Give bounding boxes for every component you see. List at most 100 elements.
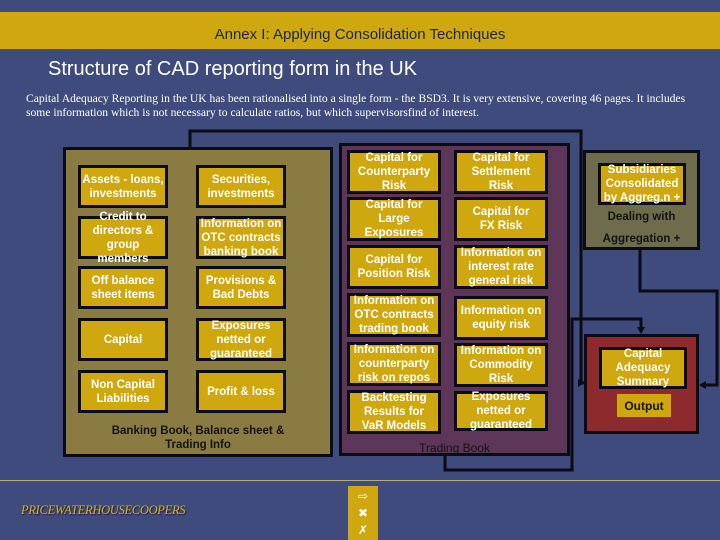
box-line: Subsidiaries <box>607 164 677 176</box>
box-line: Information on <box>200 217 282 230</box>
box-line: netted or <box>216 333 266 346</box>
banking-box: Profit & loss <box>196 370 286 413</box>
capital-adequacy-summary-panel: Capital Adequacy Summary Output <box>584 334 699 434</box>
box-line: Capital for <box>365 199 423 211</box>
box-line: Liabilities <box>96 392 150 405</box>
trading-box: Capital for Settlement Risk <box>454 150 548 194</box>
box-line: Information on <box>353 344 435 356</box>
box-line: netted or <box>476 405 526 417</box>
box-line: Information on <box>460 345 542 357</box>
trading-book-panel: Capital for Counterparty Risk Capital for Se… <box>339 143 570 456</box>
subsidiaries-panel: Subsidiaries Consolidated by Aggreg.n + … <box>583 150 700 250</box>
trading-box: Information on Commodity Risk <box>454 343 548 387</box>
box-line: Information on <box>353 295 435 307</box>
box-line: guaranteed <box>210 347 272 360</box>
box-line: Off balance <box>91 274 155 287</box>
box-line: Capital for <box>365 254 423 266</box>
trading-box: Information on equity risk <box>454 296 548 340</box>
footer-divider <box>0 480 720 481</box>
box-line: sheet items <box>91 288 155 301</box>
box-line: Non Capital <box>91 378 155 391</box>
box-line: Risk <box>381 180 407 192</box>
box-line: Exposures <box>211 319 271 332</box>
banking-box: Information on OTC contracts banking book <box>196 216 286 259</box>
banking-panel-caption: Banking Book, Balance sheet & Trading In… <box>66 424 330 452</box>
trading-box: Capital for Counterparty Risk <box>347 150 441 194</box>
banking-book-panel: Assets - loans, investments Securities, inv… <box>63 147 333 457</box>
box-line: by Aggreg.n + <box>603 192 681 204</box>
box-line: Profit & loss <box>207 385 275 398</box>
box-line: Capital for <box>472 152 530 164</box>
box-line: guaranteed <box>470 419 532 431</box>
trading-box: Capital for FX Risk <box>454 197 548 241</box>
banking-box: Non Capital Liabilities <box>78 370 168 413</box>
box-line: investments <box>89 187 157 200</box>
box-line: risk on repos <box>357 372 431 384</box>
box-line: Risk <box>488 180 514 192</box>
banking-box: Off balance sheet items <box>78 266 168 309</box>
output-label: Output <box>617 394 671 417</box>
subsidiaries-box: Subsidiaries Consolidated by Aggreg.n + <box>598 163 686 205</box>
trading-panel-caption: Trading Book <box>419 441 490 455</box>
box-line: Information on <box>460 305 542 317</box>
box-line: Large <box>378 213 410 225</box>
box-line: Capital <box>103 333 143 346</box>
box-line: equity risk <box>472 319 530 331</box>
banking-box: Assets - loans, investments <box>78 165 168 208</box>
box-line: Backtesting <box>361 392 427 404</box>
box-line: Summary <box>616 376 670 388</box>
arrow-summary-right <box>699 381 706 389</box>
trading-box: Capital for Position Risk <box>347 245 441 289</box>
close-x-icon[interactable]: ✖ <box>348 505 378 521</box>
capital-adequacy-summary-box: Capital Adequacy Summary <box>599 347 687 389</box>
box-line: Capital for <box>365 152 423 164</box>
trading-box: Information on OTC contracts trading book <box>347 293 441 337</box>
arrow-summary-top <box>637 327 645 334</box>
box-line: Settlement <box>471 166 531 178</box>
box-line: counterparty <box>358 358 430 370</box>
caption-line: Trading Info <box>165 439 231 451</box>
trading-box: Backtesting Results for VaR Models <box>347 390 441 434</box>
box-line: group members <box>97 238 149 265</box>
box-line: Risk <box>488 373 514 385</box>
box-line: banking book <box>203 245 279 258</box>
box-line: Information on <box>460 247 542 259</box>
box-line: Securities, <box>211 173 271 186</box>
box-line: Counterparty <box>357 166 431 178</box>
banking-box: Exposures netted or guaranteed <box>196 318 286 361</box>
trading-box: Exposures netted or guaranteed <box>454 391 548 431</box>
banking-box: Provisions & Bad Debts <box>196 266 286 309</box>
box-line: Provisions & <box>205 274 277 287</box>
box-line: Bad Debts <box>212 288 270 301</box>
box-line: Results for <box>363 406 425 418</box>
box-line: Capital for <box>472 206 530 218</box>
box-line: FX Risk <box>479 220 523 232</box>
box-line: OTC contracts <box>201 231 281 244</box>
box-line: OTC contracts <box>354 309 434 321</box>
box-line: general risk <box>468 275 534 287</box>
box-line: trading book <box>359 323 429 335</box>
banking-box: Credit to directors & group members <box>78 211 168 265</box>
trading-box: Information on interest rate general risk <box>454 245 548 289</box>
pwc-logo: PRICEWATERHOUSECOOPERS <box>21 503 186 517</box>
return-icon[interactable]: ⇨ <box>348 488 378 504</box>
trading-box: Information on counterparty risk on repos <box>347 342 441 386</box>
box-line: Position Risk <box>357 268 431 280</box>
box-line: interest rate <box>468 261 534 273</box>
banking-box: Securities, investments <box>196 165 286 208</box>
box-line: Consolidated <box>605 178 679 190</box>
box-line: Exposures <box>364 227 424 239</box>
banking-box: Capital <box>78 318 168 361</box>
caption-line: Banking Book, Balance sheet & <box>111 425 285 437</box>
subsidiaries-caption-2: Aggregation + <box>602 233 681 245</box>
box-line: directors & <box>92 224 154 237</box>
box-line: VaR Models <box>361 420 427 432</box>
trading-box: Capital for Large Exposures <box>347 197 441 241</box>
box-line: Adequacy <box>615 362 671 374</box>
box-line: investments <box>207 187 275 200</box>
slide-nav-strip: ⇨ ✖ ✗ <box>348 486 378 540</box>
box-line: Exposures <box>471 391 531 403</box>
box-line: Commodity <box>469 359 533 371</box>
exit-icon[interactable]: ✗ <box>348 522 378 538</box>
box-line: Credit to <box>99 210 147 223</box>
